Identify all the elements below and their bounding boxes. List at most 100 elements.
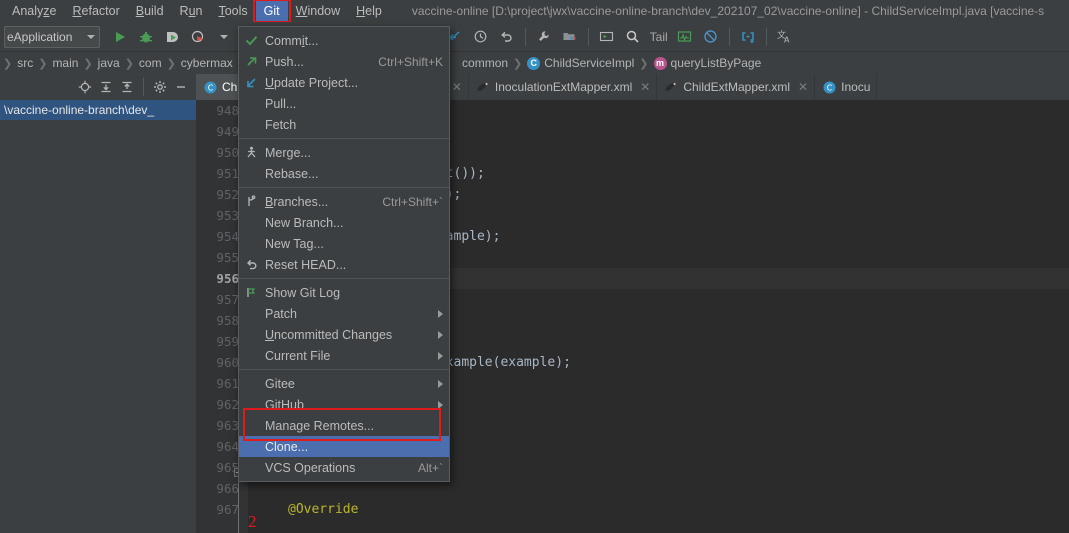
menu-item-pull-label: Pull... [265,96,297,111]
bracket-icon[interactable] [736,25,760,49]
menu-item-show-git-log[interactable]: Show Git Log [239,282,449,303]
close-icon[interactable]: ✕ [640,80,650,94]
git-dropdown-menu[interactable]: Commit... Push... Ctrl+Shift+K Update Pr… [238,26,450,482]
search-everywhere-icon[interactable] [621,25,645,49]
breadcrumb-childserviceimpl-label: ChildServiceImpl [544,56,635,70]
menu-separator [239,187,449,188]
main-menu-bar: Analyze Refactor Build Run Tools Git Win… [0,0,1069,23]
svg-text:C: C [207,83,213,92]
menu-item-merge[interactable]: Merge... [239,142,449,163]
locate-icon[interactable] [76,78,94,96]
reset-head-icon [245,258,265,271]
run-with-coverage-icon[interactable] [160,25,184,49]
menu-item-current-file[interactable]: Current File [239,345,449,366]
mybatis-icon [476,80,490,94]
tree-row-selected[interactable]: \vaccine-online-branch\dev_ [0,100,196,120]
breadcrumb-chevron-icon: ❯ [3,57,13,70]
profile-dropdown-icon[interactable] [212,25,236,49]
submenu-arrow-icon [438,351,443,360]
chevron-down-icon [87,34,95,39]
project-toolwindow-body[interactable]: \vaccine-online-branch\dev_ [0,100,196,533]
tail-label[interactable]: Tail [647,30,671,44]
menu-item-update-project-label: Update Project... [265,75,359,90]
menu-item-gitee[interactable]: Gitee [239,373,449,394]
menu-item-push-shortcut: Ctrl+Shift+K [378,54,443,69]
menu-item-new-branch[interactable]: New Branch... [239,212,449,233]
tab-inocu[interactable]: C Inocu [815,74,878,100]
menu-run[interactable]: Run [172,1,211,21]
menu-item-manage-remotes-label: Manage Remotes... [265,418,375,433]
annotation-number-2: 2 [248,512,257,531]
gear-icon[interactable] [151,78,169,96]
settings-wrench-icon[interactable] [532,25,556,49]
menu-item-uncommitted-changes[interactable]: Uncommitted Changes [239,324,449,345]
svg-text:A: A [784,35,790,44]
expand-all-icon[interactable] [97,78,115,96]
breadcrumb-chevron-icon: ❯ [639,57,649,70]
menu-git[interactable]: Git [252,0,291,23]
close-icon[interactable]: ✕ [452,80,462,94]
run-icon[interactable] [108,25,132,49]
menu-item-new-tag[interactable]: New Tag... [239,233,449,254]
rollback-icon[interactable] [495,25,519,49]
menu-analyze[interactable]: Analyze [4,1,64,21]
menu-build[interactable]: Build [128,1,172,21]
project-toolwindow-header [0,74,196,100]
toolbar-divider-4 [587,27,589,46]
menu-item-fetch[interactable]: Fetch [239,114,449,135]
menu-item-patch[interactable]: Patch [239,303,449,324]
idea-window: Analyze Refactor Build Run Tools Git Win… [0,0,1069,533]
project-structure-icon[interactable] [558,25,582,49]
menu-item-clone[interactable]: Clone... [239,436,449,457]
breadcrumb-main[interactable]: main [50,56,80,70]
breadcrumb-chevron-icon: ❯ [513,57,523,70]
breadcrumb-com[interactable]: com [137,56,164,70]
menu-item-push[interactable]: Push... Ctrl+Shift+K [239,51,449,72]
menu-separator [239,138,449,139]
menu-tools[interactable]: Tools [210,1,255,21]
translate-icon[interactable]: 文A [773,25,797,49]
tab-inoculationextmapper-xml[interactable]: InoculationExtMapper.xml ✕ [469,74,658,100]
profile-icon[interactable] [186,25,210,49]
tree-row-label: \vaccine-online-branch\dev_ [4,103,155,117]
menu-item-update-project[interactable]: Update Project... [239,72,449,93]
menu-item-show-git-log-label: Show Git Log [265,285,341,300]
menu-item-rebase-label: Rebase... [265,166,319,181]
merge-icon [245,146,265,159]
collapse-all-icon[interactable] [118,78,136,96]
menu-item-commit[interactable]: Commit... [239,30,449,51]
breadcrumb-cybermax[interactable]: cybermax [179,56,235,70]
history-icon[interactable] [469,25,493,49]
menu-item-fetch-label: Fetch [265,117,297,132]
tab-childextmapper-xml-label: ChildExtMapper.xml [683,80,791,94]
menu-item-rebase[interactable]: Rebase... [239,163,449,184]
menu-item-reset-head[interactable]: Reset HEAD... [239,254,449,275]
breadcrumb-common[interactable]: common [460,56,510,70]
menu-item-vcs-operations[interactable]: VCS Operations Alt+` [239,457,449,478]
breadcrumb-chevron-icon: ❯ [83,57,93,70]
tab-childextmapper-xml[interactable]: ChildExtMapper.xml ✕ [657,74,816,100]
tail-monitor-icon[interactable] [673,25,697,49]
method-icon: m [653,56,667,70]
menu-item-manage-remotes[interactable]: Manage Remotes... [239,415,449,436]
debug-icon[interactable] [134,25,158,49]
menu-refactor[interactable]: Refactor [64,1,127,21]
breadcrumb-childserviceimpl[interactable]: C ChildServiceImpl [525,56,636,70]
menu-window[interactable]: Window [288,1,348,21]
minimize-icon[interactable] [172,78,190,96]
menu-item-current-file-label: Current File [265,348,331,363]
breadcrumb-java[interactable]: java [96,56,122,70]
menu-item-branches[interactable]: Branches... Ctrl+Shift+` [239,191,449,212]
menu-item-github[interactable]: GitHub [239,394,449,415]
menu-item-pull[interactable]: Pull... [239,93,449,114]
menu-item-github-label: GitHub [265,397,304,412]
breadcrumb-src[interactable]: src [15,56,35,70]
menu-help[interactable]: Help [348,1,390,21]
suppress-icon[interactable] [699,25,723,49]
menu-item-new-branch-label: New Branch... [265,215,344,230]
breadcrumb-querylistbypage[interactable]: m queryListByPage [652,56,764,70]
run-configuration-selector[interactable]: eApplication [4,25,100,48]
console-icon[interactable] [595,25,619,49]
close-icon[interactable]: ✕ [798,80,808,94]
submenu-arrow-icon [438,379,443,388]
